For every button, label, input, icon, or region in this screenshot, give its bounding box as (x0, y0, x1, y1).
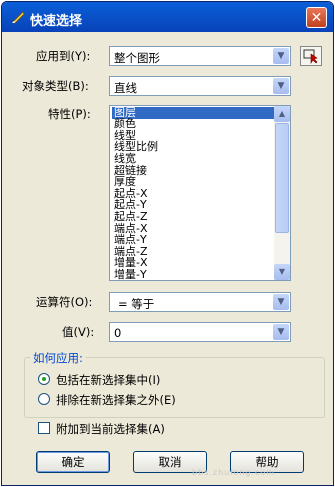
properties-scrollbar[interactable]: ▲ ▼ (274, 106, 290, 280)
select-objects-icon (303, 49, 318, 64)
app-icon (12, 11, 25, 24)
title-bar[interactable]: 快速选择 ✕ (2, 2, 333, 32)
list-item[interactable]: 颜色 (112, 118, 275, 130)
chevron-down-icon[interactable]: ▼ (273, 294, 289, 310)
operator-select[interactable]: = 等于 ▼ (109, 292, 291, 312)
operator-label: 运算符(O): (36, 295, 93, 309)
radio-dot (42, 377, 46, 381)
exclude-radio[interactable] (38, 393, 50, 405)
window-title: 快速选择 (30, 14, 83, 29)
value-label: 值(V): (62, 325, 95, 339)
list-item[interactable]: 线型比例 (112, 141, 275, 153)
apply-to-select[interactable]: 整个图形 ▼ (109, 46, 291, 66)
properties-list[interactable]: 图层 颜色 线型 线型比例 线宽 超链接 厚度 起点-X 起点-Y 起点-Z 端… (109, 105, 291, 281)
chevron-down-icon[interactable]: ▼ (274, 264, 290, 280)
include-label[interactable]: 包括在新选择集中(I) (56, 372, 160, 388)
exclude-label[interactable]: 排除在新选择集之外(E) (56, 392, 176, 408)
append-label[interactable]: 附加到当前选择集(A) (56, 421, 165, 437)
apply-to-value: 整个图形 (114, 51, 160, 65)
object-type-label: 对象类型(B): (22, 79, 89, 93)
list-item[interactable]: 增量-Y (112, 269, 275, 281)
append-checkbox[interactable] (38, 422, 50, 434)
chevron-down-icon[interactable]: ▼ (273, 324, 289, 340)
scroll-thumb[interactable] (275, 123, 289, 233)
include-radio[interactable] (38, 373, 50, 385)
apply-to-label: 应用到(Y): (36, 49, 91, 63)
quick-select-dialog: 快速选择 ✕ 应用到(Y): 整个图形 ▼ 对象类型(B): 直线 ▼ 特性(P… (1, 1, 334, 486)
ok-button[interactable]: 确定 (36, 451, 110, 473)
chevron-down-icon[interactable]: ▼ (273, 78, 289, 94)
object-type-value: 直线 (114, 81, 137, 95)
chevron-down-icon[interactable]: ▼ (273, 48, 289, 64)
select-objects-button[interactable] (300, 46, 322, 66)
properties-label: 特性(P): (48, 107, 91, 121)
value-select[interactable]: 0 ▼ (109, 322, 291, 342)
watermark: bbs.zhulong.com (192, 468, 276, 477)
close-button[interactable]: ✕ (306, 7, 327, 28)
operator-value: = 等于 (118, 297, 155, 311)
chevron-up-icon[interactable]: ▲ (274, 106, 290, 122)
apply-mode-title: 如何应用: (30, 350, 86, 366)
value-value: 0 (114, 326, 122, 340)
object-type-select[interactable]: 直线 ▼ (109, 76, 291, 96)
